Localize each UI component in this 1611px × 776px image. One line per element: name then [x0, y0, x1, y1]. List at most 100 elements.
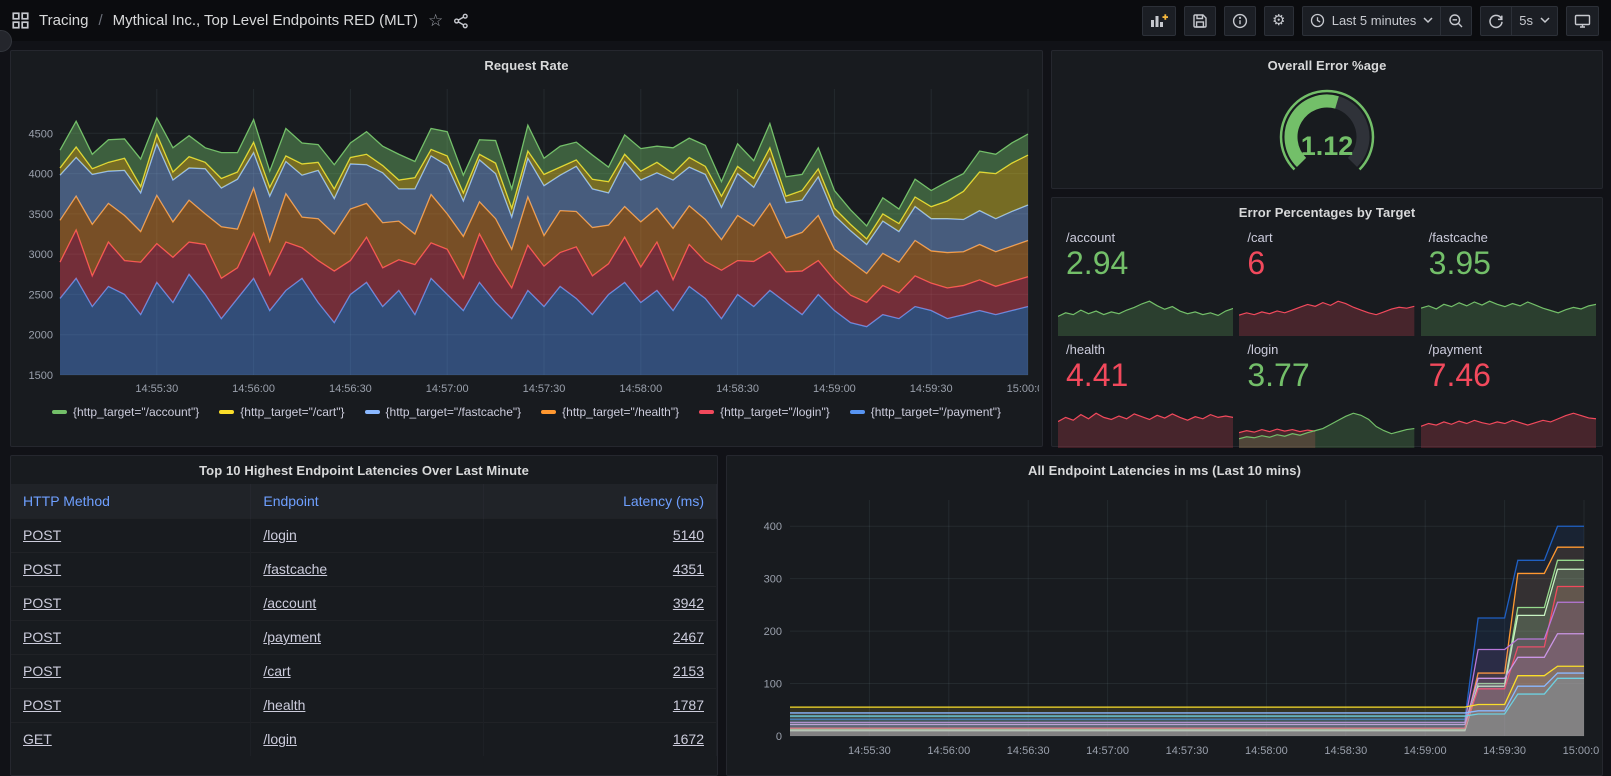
- stat-cell-login[interactable]: /login3.77: [1239, 338, 1414, 448]
- error-gauge: 1.12: [1247, 79, 1407, 185]
- x-axis-tick: 14:56:30: [329, 383, 372, 395]
- table-cell-link[interactable]: /login: [263, 527, 296, 543]
- table-cell-link[interactable]: POST: [23, 561, 61, 577]
- x-axis-tick: 14:59:00: [1404, 745, 1447, 757]
- breadcrumb-dashboard-title: Mythical Inc., Top Level Endpoints RED (…: [113, 12, 418, 29]
- table-cell-link[interactable]: POST: [23, 527, 61, 543]
- table-cell-link[interactable]: POST: [23, 663, 61, 679]
- legend-swatch: [541, 410, 556, 414]
- refresh-button[interactable]: [1480, 6, 1512, 36]
- favorite-star-icon[interactable]: ☆: [428, 11, 443, 31]
- table-cell: POST: [11, 620, 251, 654]
- panel-title[interactable]: Request Rate: [11, 51, 1042, 79]
- dashboard-settings-button[interactable]: ⚙: [1264, 6, 1294, 36]
- dashboards-grid-icon[interactable]: [12, 12, 29, 29]
- kiosk-mode-button[interactable]: [1566, 6, 1599, 36]
- table-cell: POST: [11, 586, 251, 620]
- time-range-picker[interactable]: Last 5 minutes: [1302, 6, 1442, 36]
- legend-label: {http_target="/fastcache"}: [386, 405, 522, 419]
- x-axis-tick: 14:56:00: [232, 383, 275, 395]
- stat-name: /cart: [1239, 226, 1414, 245]
- stat-value: 7.46: [1421, 357, 1596, 394]
- x-axis-tick: 14:59:30: [1483, 745, 1526, 757]
- x-axis-tick: 14:58:30: [716, 383, 759, 395]
- stat-grid: /account2.94/cart6/fastcache3.95/health4…: [1052, 226, 1602, 448]
- panel-title[interactable]: Error Percentages by Target: [1052, 198, 1602, 226]
- request-rate-chart[interactable]: 150020002500300035004000450014:55:3014:5…: [16, 79, 1039, 400]
- legend-item[interactable]: {http_target="/payment"}: [850, 405, 1001, 419]
- breadcrumb-root[interactable]: Tracing: [39, 12, 88, 29]
- stat-sparkline: [1421, 296, 1596, 336]
- breadcrumb-separator: /: [98, 12, 102, 29]
- clock-icon: [1310, 13, 1325, 28]
- table-cell-link[interactable]: /health: [263, 697, 305, 713]
- zoom-out-button[interactable]: [1441, 6, 1472, 36]
- column-header-2[interactable]: Latency (ms): [484, 484, 717, 518]
- table-cell: 5140: [484, 518, 717, 552]
- save-dashboard-button[interactable]: [1184, 6, 1216, 36]
- x-axis-tick: 14:55:30: [135, 383, 178, 395]
- table-cell-link[interactable]: 1787: [673, 697, 704, 713]
- x-axis-tick: 14:55:30: [848, 745, 891, 757]
- y-axis-tick: 2500: [29, 289, 53, 301]
- add-panel-button[interactable]: [1142, 6, 1176, 36]
- table-cell: 3942: [484, 586, 717, 620]
- y-axis-tick: 400: [764, 521, 782, 533]
- table-cell-link[interactable]: 5140: [673, 527, 704, 543]
- table-cell-link[interactable]: /payment: [263, 629, 321, 645]
- table-cell-link[interactable]: 4351: [673, 561, 704, 577]
- dashboard-insights-button[interactable]: [1224, 6, 1256, 36]
- x-axis-tick: 15:00:00: [1563, 745, 1599, 757]
- stat-cell-account[interactable]: /account2.94: [1058, 226, 1233, 336]
- legend-swatch: [52, 410, 67, 414]
- stat-name: /login: [1239, 338, 1414, 357]
- stat-cell-fastcache[interactable]: /fastcache3.95: [1421, 226, 1596, 336]
- table-cell: GET: [11, 722, 251, 756]
- x-axis-tick: 14:59:00: [813, 383, 856, 395]
- table-cell-link[interactable]: 1672: [673, 731, 704, 747]
- latency-table: HTTP MethodEndpointLatency (ms) POST/log…: [11, 484, 717, 756]
- table-cell-link[interactable]: /fastcache: [263, 561, 327, 577]
- panel-title[interactable]: Top 10 Highest Endpoint Latencies Over L…: [11, 456, 717, 484]
- x-axis-tick: 14:57:30: [1166, 745, 1209, 757]
- stat-cell-health[interactable]: /health4.41: [1058, 338, 1233, 448]
- refresh-interval-dropdown[interactable]: 5s: [1512, 6, 1558, 36]
- legend-item[interactable]: {http_target="/account"}: [52, 405, 199, 419]
- table-cell-link[interactable]: POST: [23, 629, 61, 645]
- table-cell-link[interactable]: GET: [23, 731, 52, 747]
- legend-swatch: [699, 410, 714, 414]
- panel-all-endpoint-latencies[interactable]: All Endpoint Latencies in ms (Last 10 mi…: [726, 455, 1603, 776]
- chevron-down-icon: [1423, 17, 1433, 24]
- latency-chart[interactable]: 010020030040014:55:3014:56:0014:56:3014:…: [732, 484, 1599, 772]
- y-axis-tick: 300: [764, 574, 782, 586]
- stat-cell-payment[interactable]: /payment7.46: [1421, 338, 1596, 448]
- table-cell: /account: [251, 586, 484, 620]
- table-cell-link[interactable]: 2467: [673, 629, 704, 645]
- table-cell-link[interactable]: 2153: [673, 663, 704, 679]
- column-header-0[interactable]: HTTP Method: [11, 484, 251, 518]
- panel-title[interactable]: All Endpoint Latencies in ms (Last 10 mi…: [727, 456, 1602, 484]
- legend-label: {http_target="/login"}: [720, 405, 830, 419]
- table-cell-link[interactable]: 3942: [673, 595, 704, 611]
- table-cell-link[interactable]: /cart: [263, 663, 290, 679]
- table-cell-link[interactable]: /account: [263, 595, 316, 611]
- table-cell-link[interactable]: /login: [263, 731, 296, 747]
- panel-request-rate[interactable]: Request Rate 150020002500300035004000450…: [10, 50, 1043, 447]
- panel-overall-error[interactable]: Overall Error %age 1.12: [1051, 50, 1603, 189]
- legend-item[interactable]: {http_target="/login"}: [699, 405, 830, 419]
- table-cell-link[interactable]: POST: [23, 595, 61, 611]
- legend-item[interactable]: {http_target="/cart"}: [219, 405, 344, 419]
- column-header-1[interactable]: Endpoint: [251, 484, 484, 518]
- table-cell-link[interactable]: POST: [23, 697, 61, 713]
- legend-item[interactable]: {http_target="/health"}: [541, 405, 679, 419]
- legend-item[interactable]: {http_target="/fastcache"}: [365, 405, 522, 419]
- panel-top-latencies-table[interactable]: Top 10 Highest Endpoint Latencies Over L…: [10, 455, 718, 776]
- table-cell: /login: [251, 722, 484, 756]
- panel-error-percentages[interactable]: Error Percentages by Target /account2.94…: [1051, 197, 1603, 447]
- stat-cell-cart[interactable]: /cart6: [1239, 226, 1414, 336]
- share-icon[interactable]: [453, 13, 469, 29]
- legend-label: {http_target="/health"}: [562, 405, 679, 419]
- top-navigation-bar: Tracing / Mythical Inc., Top Level Endpo…: [0, 0, 1611, 41]
- y-axis-tick: 100: [764, 679, 782, 691]
- panel-title[interactable]: Overall Error %age: [1052, 51, 1602, 79]
